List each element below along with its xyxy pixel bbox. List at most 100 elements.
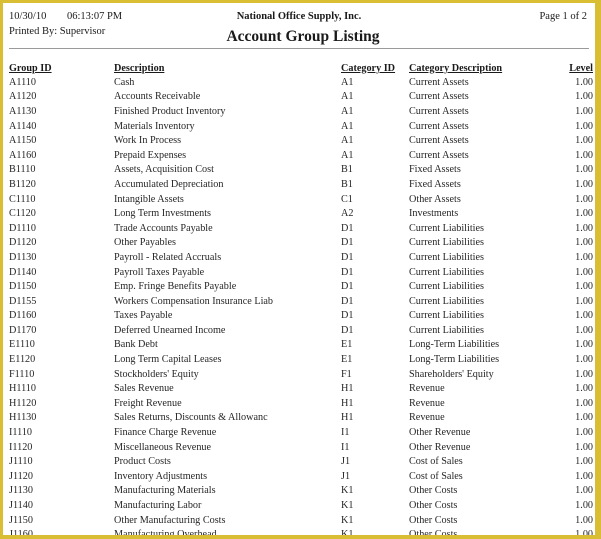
level-cell: 1.00 — [575, 368, 593, 380]
category-description-cell: Long-Term Liabilities — [409, 339, 500, 351]
description-cell: Miscellaneous Revenue — [114, 441, 212, 453]
level-cell: 1.00 — [575, 412, 593, 424]
table-row: D1140 Payroll Taxes Payable D1 Current Liab… — [9, 265, 593, 280]
group-id-cell: D1140 — [9, 266, 37, 278]
table-row: J1120 Inventory Adjustments J1 Cost of Sale… — [9, 469, 593, 484]
group-id-cell: A1140 — [9, 120, 37, 132]
description-cell: Other Manufacturing Costs — [114, 514, 226, 526]
level-cell: 1.00 — [575, 383, 593, 395]
table-body: A1110 Cash A1 Current Assets 1.00 A1120 Accoun… — [9, 75, 593, 535]
category-id-cell: B1 — [341, 178, 353, 190]
description-cell: Freight Revenue — [114, 397, 182, 409]
category-description-cell: Long-Term Liabilities — [409, 354, 500, 366]
column-header-group-id: Group ID — [9, 62, 52, 74]
category-id-cell: J1 — [341, 470, 351, 482]
category-description-cell: Investments — [409, 208, 459, 220]
category-description-cell: Current Liabilities — [409, 310, 484, 322]
report-page: 10/30/10 06:13:07 PM Printed By: Supervi… — [3, 3, 595, 535]
group-id-cell: A1120 — [9, 91, 37, 103]
table-row: C1110 Intangible Assets C1 Other Assets 1.00 — [9, 192, 593, 207]
category-id-cell: A1 — [341, 149, 354, 161]
level-cell: 1.00 — [575, 324, 593, 336]
group-id-cell: J1120 — [9, 470, 33, 482]
category-id-cell: A1 — [341, 91, 354, 103]
level-cell: 1.00 — [575, 178, 593, 190]
level-cell: 1.00 — [575, 339, 593, 351]
group-id-cell: A1160 — [9, 149, 37, 161]
category-id-cell: K1 — [341, 500, 354, 512]
description-cell: Long Term Capital Leases — [114, 354, 222, 366]
category-description-cell: Other Costs — [409, 529, 458, 535]
category-description-cell: Fixed Assets — [409, 164, 461, 176]
table-row: A1160 Prepaid Expenses A1 Current Assets 1.0… — [9, 148, 593, 163]
table-row: H1110 Sales Revenue H1 Revenue 1.00 — [9, 381, 593, 396]
table-row: H1120 Freight Revenue H1 Revenue 1.00 — [9, 396, 593, 411]
description-cell: Taxes Payable — [114, 310, 173, 322]
description-cell: Bank Debt — [114, 339, 158, 351]
category-id-cell: J1 — [341, 456, 351, 468]
category-description-cell: Current Assets — [409, 91, 469, 103]
category-id-cell: K1 — [341, 514, 354, 526]
group-id-cell: D1120 — [9, 237, 37, 249]
category-id-cell: D1 — [341, 281, 354, 293]
group-id-cell: I1120 — [9, 441, 33, 453]
group-id-cell: J1160 — [9, 529, 33, 535]
level-cell: 1.00 — [575, 266, 593, 278]
category-id-cell: I1 — [341, 427, 350, 439]
table-row: A1150 Work In Process A1 Current Assets 1.00 — [9, 133, 593, 148]
group-id-cell: J1140 — [9, 500, 33, 512]
report-title: Account Group Listing — [226, 28, 380, 45]
level-cell: 1.00 — [575, 105, 593, 117]
description-cell: Accounts Receivable — [114, 91, 201, 103]
level-cell: 1.00 — [575, 456, 593, 468]
group-id-cell: E1120 — [9, 354, 36, 366]
description-cell: Payroll Taxes Payable — [114, 266, 205, 278]
table-row: J1140 Manufacturing Labor K1 Other Costs 1.0… — [9, 498, 593, 513]
company-name: National Office Supply, Inc. — [236, 11, 362, 22]
level-cell: 1.00 — [575, 354, 593, 366]
group-id-cell: A1150 — [9, 135, 37, 147]
description-cell: Prepaid Expenses — [114, 149, 187, 161]
category-id-cell: H1 — [341, 383, 354, 395]
group-id-cell: A1110 — [9, 76, 36, 88]
table-row: C1120 Long Term Investments A2 Investments 1… — [9, 206, 593, 221]
description-cell: Work In Process — [114, 135, 182, 147]
category-description-cell: Current Assets — [409, 135, 469, 147]
category-description-cell: Cost of Sales — [409, 470, 463, 482]
category-id-cell: D1 — [341, 295, 354, 307]
category-description-cell: Current Liabilities — [409, 266, 484, 278]
category-description-cell: Current Liabilities — [409, 281, 484, 293]
table-row: J1130 Manufacturing Materials K1 Other Cost… — [9, 484, 593, 499]
group-id-cell: A1130 — [9, 105, 37, 117]
category-id-cell: D1 — [341, 266, 354, 278]
category-id-cell: B1 — [341, 164, 353, 176]
table-row: F1110 Stockholders' Equity F1 Shareholders'… — [9, 367, 593, 382]
table-row: H1130 Sales Returns, Discounts & Allowanc… — [9, 411, 593, 426]
category-description-cell: Fixed Assets — [409, 178, 461, 190]
level-cell: 1.00 — [575, 251, 593, 263]
group-id-cell: D1160 — [9, 310, 37, 322]
category-id-cell: E1 — [341, 354, 353, 366]
category-id-cell: F1 — [341, 368, 352, 380]
level-cell: 1.00 — [575, 149, 593, 161]
category-description-cell: Other Costs — [409, 500, 458, 512]
level-cell: 1.00 — [575, 485, 593, 497]
level-cell: 1.00 — [575, 164, 593, 176]
table-row: A1120 Accounts Receivable A1 Current Assets… — [9, 90, 593, 105]
group-id-cell: J1110 — [9, 456, 33, 468]
description-cell: Long Term Investments — [114, 208, 211, 220]
group-id-cell: I1110 — [9, 427, 33, 439]
column-header-category-description: Category Description — [409, 62, 503, 74]
level-cell: 1.00 — [575, 441, 593, 453]
description-cell: Assets, Acquisition Cost — [114, 164, 214, 176]
description-cell: Trade Accounts Payable — [114, 222, 213, 234]
group-id-cell: D1110 — [9, 222, 36, 234]
description-cell: Accumulated Depreciation — [114, 178, 224, 190]
category-id-cell: A2 — [341, 208, 354, 220]
level-cell: 1.00 — [575, 500, 593, 512]
category-id-cell: H1 — [341, 397, 354, 409]
group-id-cell: D1155 — [9, 295, 37, 307]
column-header-description: Description — [114, 62, 165, 74]
group-id-cell: D1130 — [9, 251, 37, 263]
category-id-cell: K1 — [341, 485, 354, 497]
